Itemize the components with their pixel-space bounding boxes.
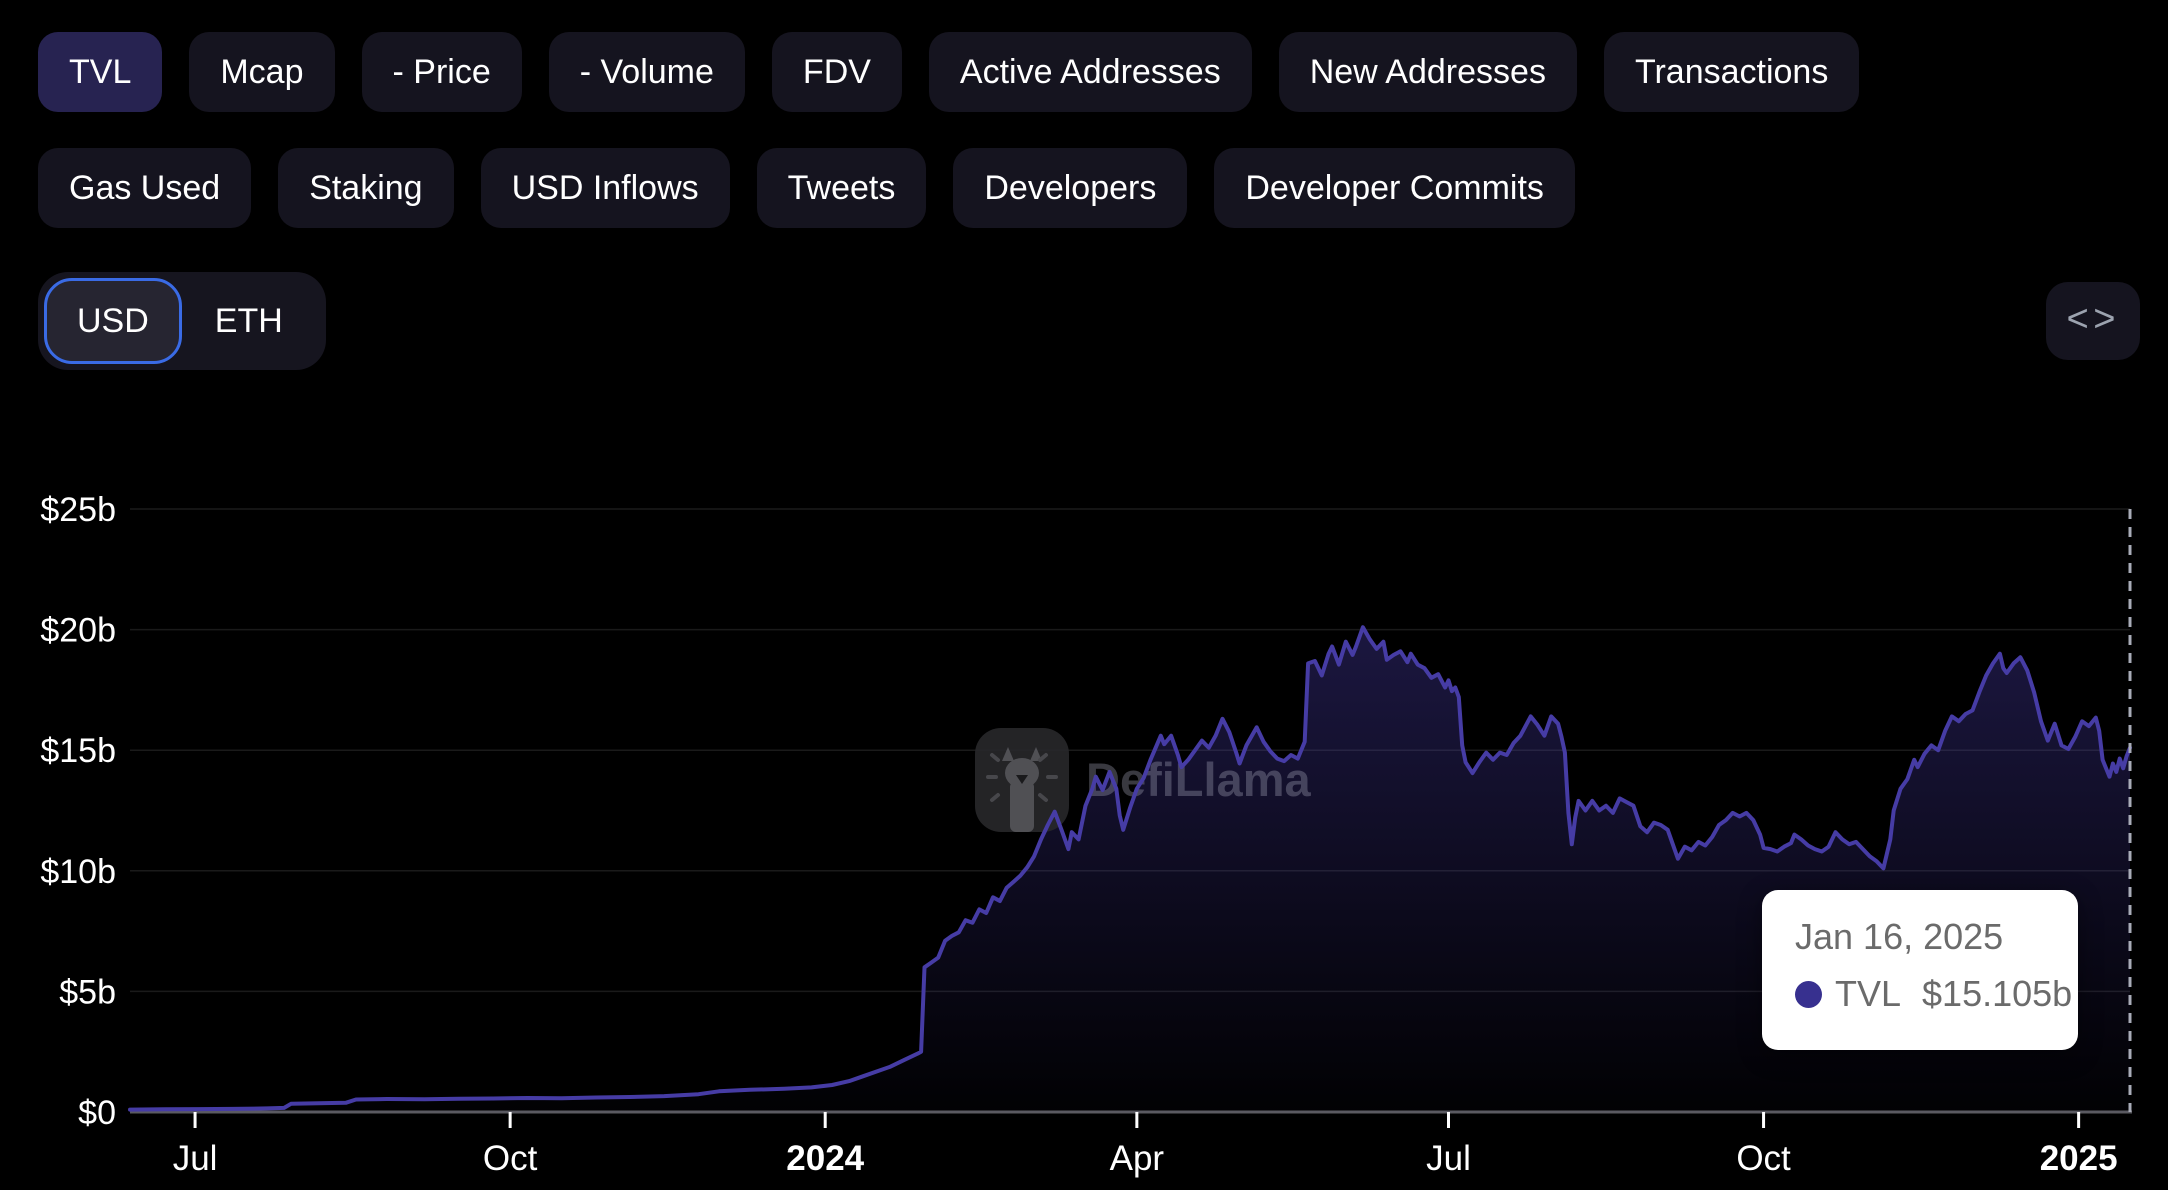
metric-button-staking[interactable]: Staking	[278, 148, 454, 228]
metric-button-new-addresses[interactable]: New Addresses	[1278, 32, 1577, 112]
metric-button-transactions[interactable]: Transactions	[1603, 32, 1860, 112]
tooltip-series-row: TVL $15.105b	[1795, 973, 2078, 1015]
y-axis-label: $25b	[40, 491, 116, 529]
tooltip-date: Jan 16, 2025	[1795, 916, 2004, 957]
metric-button-usd-inflows[interactable]: USD Inflows	[480, 148, 730, 228]
x-axis-label: 2025	[2040, 1139, 2118, 1178]
metric-button-mcap[interactable]: Mcap	[189, 32, 335, 112]
y-axis-label: $0	[78, 1094, 116, 1132]
y-axis-label: $15b	[40, 732, 116, 770]
metric-button-developers[interactable]: Developers	[953, 148, 1188, 228]
code-icon: <>	[2066, 299, 2120, 343]
metric-button-gas-used[interactable]: Gas Used	[38, 148, 252, 228]
tvl-chart[interactable]: $0 $5b $10b $15b $20b $25b Jul Oct 2024 Apr Jul Oct…	[0, 455, 2168, 1190]
metric-button-tvl[interactable]: TVL	[38, 32, 163, 112]
metric-toolbar: TVL Mcap - Price - Volume FDV Active Addresse…	[38, 32, 2138, 264]
currency-option-usd[interactable]: USD	[44, 278, 182, 364]
currency-toggle: USD ETH	[38, 272, 326, 370]
watermark-text: DefiLlama	[1086, 753, 1311, 806]
x-axis-label: 2024	[786, 1139, 864, 1178]
chart-tooltip: Jan 16, 2025 TVL $15.105b	[1762, 890, 2078, 1050]
metric-button-tweets[interactable]: Tweets	[756, 148, 927, 228]
y-axis-label: $20b	[40, 612, 116, 650]
currency-option-eth[interactable]: ETH	[182, 278, 316, 364]
metric-button-price[interactable]: - Price	[361, 32, 522, 112]
tvl-chart-canvas[interactable]: $0 $5b $10b $15b $20b $25b Jul Oct 2024 Apr Jul Oct…	[0, 455, 2168, 1190]
embed-code-button[interactable]: <>	[2046, 282, 2140, 360]
toolbar-row-1: TVL Mcap - Price - Volume FDV Active Addresse…	[38, 32, 2138, 112]
toolbar-row-2: Gas Used Staking USD Inflows Tweets Develope…	[38, 148, 2138, 228]
x-axis-label: Oct	[1736, 1139, 1791, 1178]
metric-button-developer-commits[interactable]: Developer Commits	[1214, 148, 1575, 228]
metric-button-active-addresses[interactable]: Active Addresses	[928, 32, 1252, 112]
tooltip-value: $15.105b	[1922, 973, 2073, 1014]
x-axis-label: Oct	[483, 1139, 538, 1178]
metric-button-volume[interactable]: - Volume	[548, 32, 745, 112]
y-axis-label: $5b	[59, 973, 116, 1011]
y-axis-label: $10b	[40, 853, 116, 891]
tooltip-series-label: TVL	[1835, 973, 1902, 1014]
x-axis-label: Apr	[1110, 1139, 1165, 1178]
tvl-series-marker-icon	[1795, 980, 1822, 1008]
metric-button-fdv[interactable]: FDV	[771, 32, 902, 112]
defillama-chart-page: { "toolbar": { "rows": [ [ {"label":"TVL…	[0, 0, 2168, 1190]
x-axis-label: Jul	[1426, 1139, 1471, 1178]
x-axis-label: Jul	[173, 1139, 218, 1178]
